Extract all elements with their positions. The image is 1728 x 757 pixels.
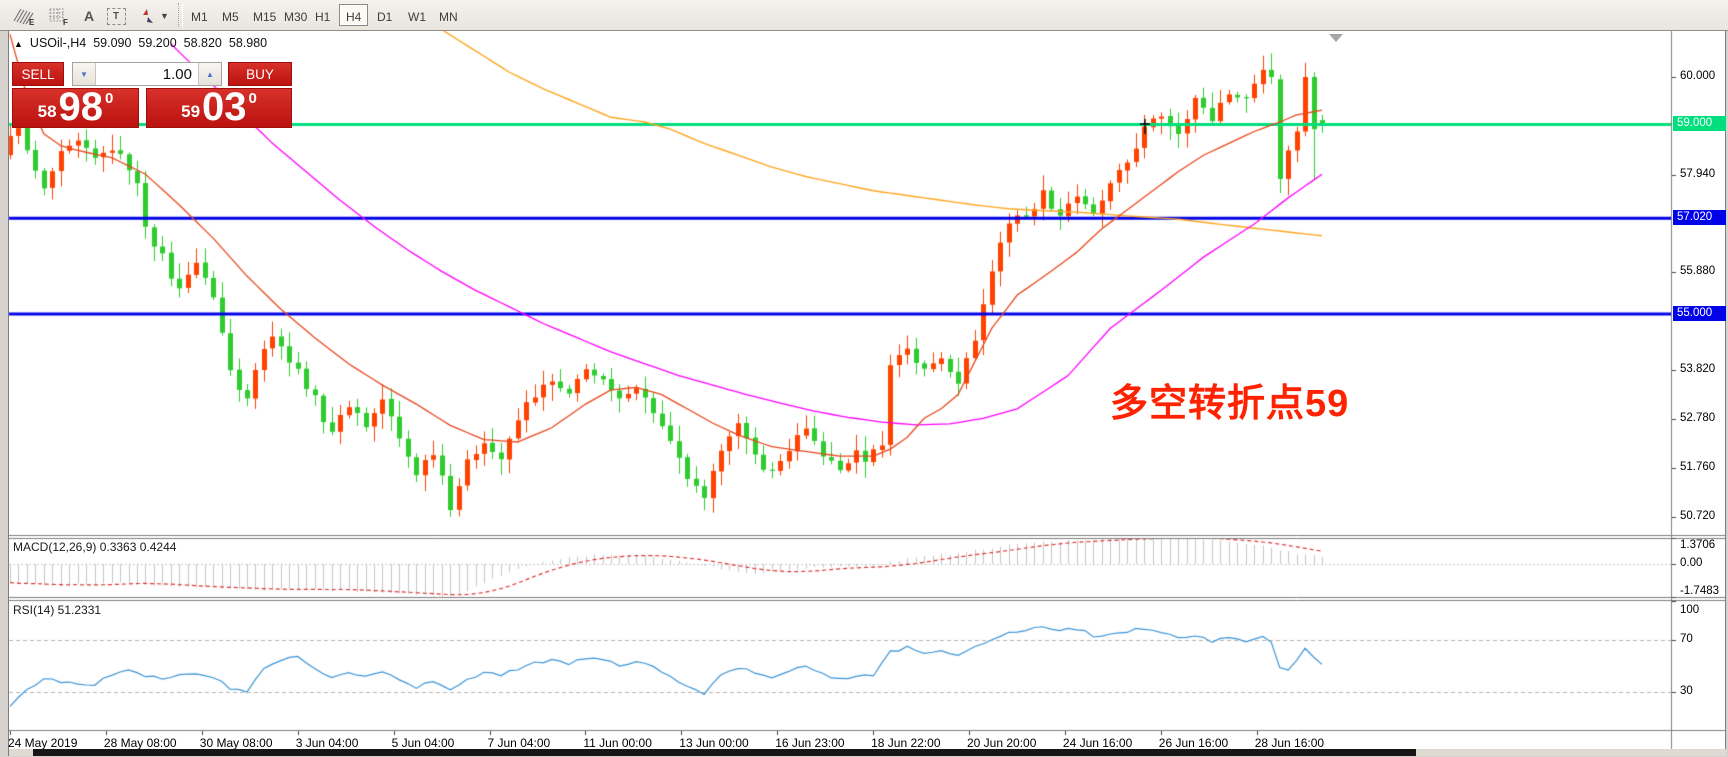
svg-text:F: F (63, 18, 68, 26)
volume-input[interactable] (96, 63, 198, 85)
symbol-marker-icon: ▲ (14, 39, 23, 49)
price-tick-label: 60.000 (1680, 70, 1716, 82)
symbol-info-line: ▲ USOil-,H4 59.090 59.200 58.820 58.980 (14, 36, 267, 50)
time-tick-label: 30 May 08:00 (199, 736, 273, 750)
price-tick-label: 50.720 (1680, 509, 1716, 522)
dropdown-caret-icon: ▼ (160, 11, 169, 21)
buy-button[interactable]: BUY (228, 62, 292, 86)
chart-text-annotation: 多空转折点59 (1110, 383, 1350, 425)
svg-text:E: E (29, 18, 35, 26)
time-tick-label: 11 Jun 00:00 (583, 736, 652, 750)
buy-price-big: 03 (202, 85, 247, 129)
text-label-button[interactable]: T (102, 3, 130, 29)
volume-spinner: ▼ ▲ (72, 62, 222, 86)
text-box-icon: T (106, 7, 126, 25)
timeframe-button-h4[interactable]: H4 (339, 4, 368, 26)
macd-tick-label: 0.00 (1680, 557, 1703, 569)
price-tick-label: 52.780 (1680, 412, 1716, 425)
timeframe-button-m15[interactable]: M15 (246, 4, 276, 26)
grid-icon: F (49, 8, 68, 26)
time-tick-label: 28 May 08:00 (103, 736, 177, 750)
toolbar-separator (178, 3, 183, 27)
ohlc-close: 58.980 (228, 36, 268, 50)
chart-shift-marker[interactable] (1329, 34, 1343, 42)
macd-indicator-label: MACD(12,26,9) 0.3363 0.4244 (13, 540, 177, 554)
price-tick-label: 53.820 (1680, 362, 1716, 375)
timeframe-button-h1[interactable]: H1 (308, 4, 337, 26)
sell-price-big: 98 (58, 85, 104, 129)
rsi-tick-label: 70 (1680, 633, 1693, 645)
macd-tick-label: -1.7483 (1680, 585, 1720, 597)
sell-button[interactable]: SELL (12, 62, 64, 86)
sell-price-prefix: 58 (37, 102, 57, 121)
price-tick-label: 55.880 (1680, 265, 1716, 278)
macd-tick-label: 1.3706 (1680, 539, 1716, 551)
pattern-tool-e-button[interactable]: E (6, 3, 42, 29)
volume-increase-button[interactable]: ▲ (198, 63, 221, 85)
hatch-pattern-icon: E (13, 8, 35, 26)
ohlc-high: 59.200 (138, 36, 177, 50)
price-line-badge: 55.000 (1673, 306, 1726, 321)
timeframe-button-m30[interactable]: M30 (277, 4, 307, 26)
time-tick-label: 5 Jun 04:00 (391, 736, 455, 750)
time-tick-label: 13 Jun 00:00 (679, 736, 749, 750)
horizontal-scrollbar-thumb[interactable] (33, 749, 1416, 756)
time-tick-label: 26 Jun 16:00 (1158, 736, 1229, 750)
time-tick-label: 16 Jun 23:00 (775, 736, 845, 750)
toolbar: E F A T ▼ M1 M5 M15 M30 H1 H4 D1 W1 MN (0, 0, 1728, 31)
buy-price-box[interactable]: 59 03 0 (146, 85, 292, 129)
timeframe-button-m1[interactable]: M1 (184, 4, 213, 26)
timeframe-button-w1[interactable]: W1 (401, 4, 430, 26)
symbol-name: USOil-,H4 (29, 36, 87, 50)
ohlc-low: 58.820 (183, 36, 222, 50)
buy-price-sup: 0 (248, 90, 257, 107)
price-tick-label: 51.760 (1680, 460, 1716, 473)
volume-decrease-button[interactable]: ▼ (73, 63, 96, 85)
buy-price-prefix: 59 (181, 102, 201, 121)
timeframe-button-m5[interactable]: M5 (215, 4, 244, 26)
insert-text-button[interactable]: A (76, 3, 102, 29)
timeframe-button-d1[interactable]: D1 (370, 4, 399, 26)
time-tick-label: 24 Jun 16:00 (1062, 736, 1133, 750)
timeframe-button-mn[interactable]: MN (432, 4, 461, 26)
rsi-tick-label: 100 (1680, 604, 1700, 616)
price-line-badge: 57.020 (1673, 210, 1726, 226)
grid-tool-f-button[interactable]: F (44, 3, 74, 29)
rsi-indicator-label: RSI(14) 51.2331 (13, 603, 102, 617)
price-tick-label: 57.940 (1680, 167, 1716, 180)
time-tick-label: 24 May 2019 (8, 736, 78, 750)
rsi-tick-label: 30 (1680, 685, 1693, 697)
price-line-badge: 59.000 (1673, 116, 1726, 132)
arrows-icon (143, 9, 154, 23)
time-tick-label: 20 Jun 20:00 (967, 736, 1037, 750)
time-tick-label: 18 Jun 22:00 (871, 736, 941, 750)
time-tick-label: 7 Jun 04:00 (487, 736, 551, 750)
time-tick-label: 28 Jun 16:00 (1254, 736, 1325, 750)
sell-price-box[interactable]: 58 98 0 (12, 85, 139, 129)
time-tick-label: 3 Jun 04:00 (295, 736, 359, 750)
arrow-objects-button[interactable]: ▼ (132, 3, 176, 29)
sell-price-sup: 0 (105, 90, 114, 107)
ohlc-open: 59.090 (93, 36, 132, 50)
letter-a-icon: A (83, 8, 95, 24)
